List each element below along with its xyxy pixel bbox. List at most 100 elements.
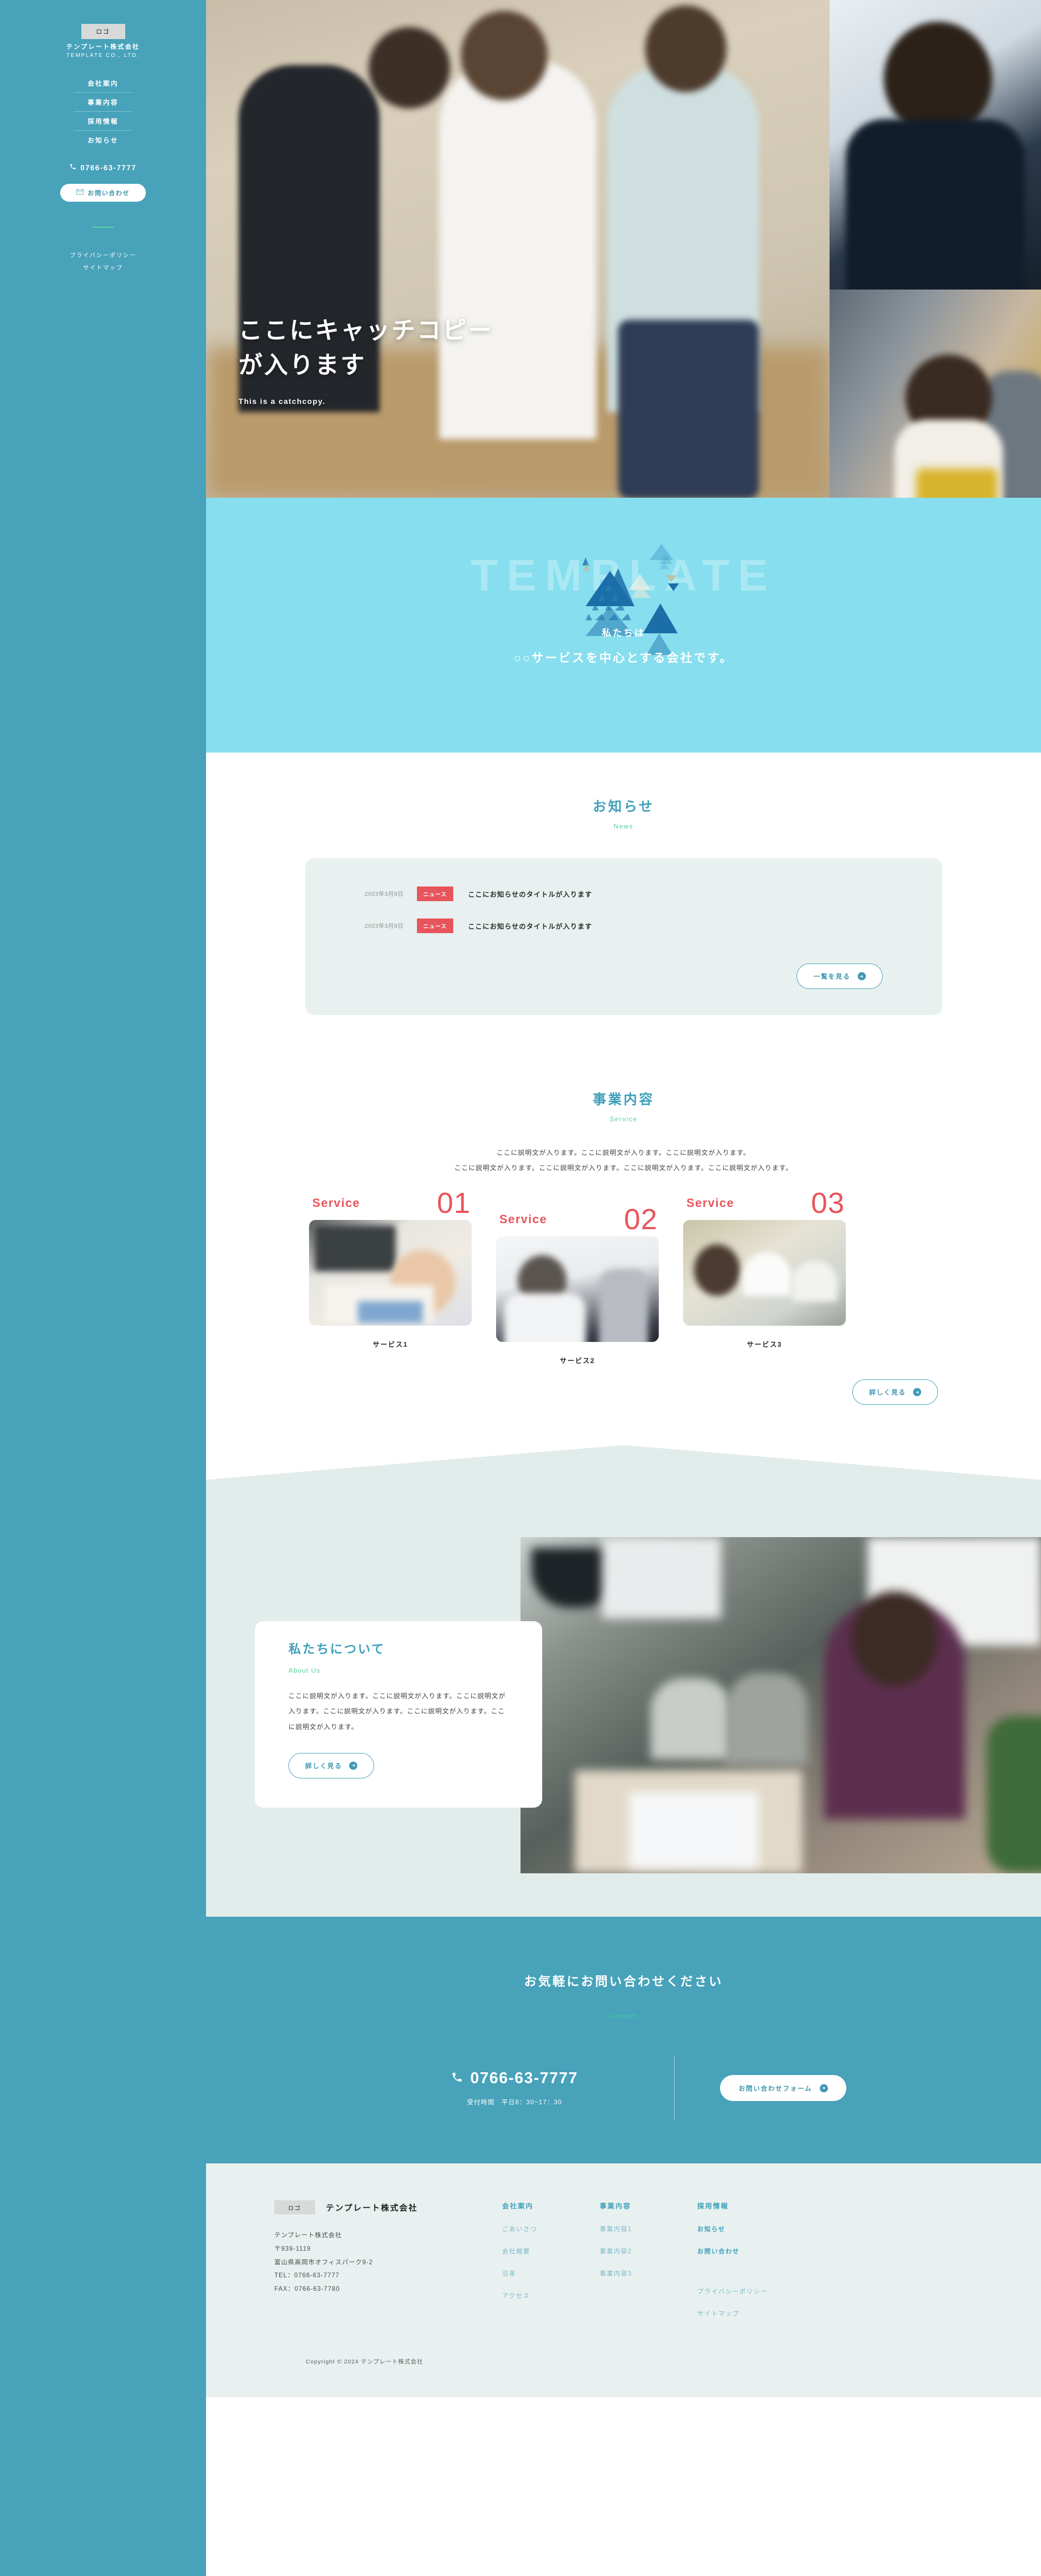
intro-band-line2: ○○サービスを中心とする会社です。: [513, 651, 734, 665]
sidebar-link-sitemap[interactable]: サイトマップ: [83, 262, 123, 274]
contact-telephone[interactable]: 0766-63-7777: [401, 2070, 628, 2087]
footer-link-sitemap[interactable]: サイトマップ: [697, 2309, 833, 2318]
sidebar-item-company[interactable]: 会社案内: [74, 74, 132, 93]
service-cards: Service 01 サービス1 Service 02 サービス2 Servic…: [309, 1189, 938, 1365]
footer-link[interactable]: 沿革: [502, 2269, 600, 2278]
news-title-en: News: [613, 823, 634, 830]
news-more-button[interactable]: 一覧を見る: [796, 963, 883, 989]
footer-link[interactable]: お知らせ: [697, 2225, 833, 2233]
about-body: ここに説明文が入ります。ここに説明文が入ります。ここに説明文が入ります。ここに説…: [288, 1692, 506, 1731]
about-more-button[interactable]: 詳しく見る: [288, 1752, 375, 1778]
footer-company-info: ロゴ テンプレート株式会社 テンプレート株式会社 〒939-1119 富山県高岡…: [274, 2200, 502, 2331]
about-more-button-label: 詳しく見る: [305, 1762, 343, 1770]
main-content: ここにキャッチコピー が入ります This is a catchcopy. TE…: [206, 0, 1041, 2398]
about-section: 私たちについて About Us ここに説明文が入ります。ここに説明文が入ります…: [206, 1445, 1041, 1917]
service-card[interactable]: Service 02 サービス2: [496, 1205, 659, 1365]
contact-title: お気軽にお問い合わせください: [524, 1974, 723, 1989]
phone-icon: [451, 2070, 463, 2087]
news-item[interactable]: 2023年3月8日 ニュース ここにお知らせのタイトルが入ります: [365, 886, 883, 901]
sidebar-company-name-jp: テンプレート株式会社: [66, 44, 140, 50]
service-section: 事業内容 Service ここに説明文が入ります。ここに説明文が入ります。ここに…: [206, 1053, 1041, 1405]
phone-icon: [69, 163, 76, 172]
service-card[interactable]: Service 01 サービス1: [309, 1189, 472, 1349]
footer-link[interactable]: お問い合わせ: [697, 2247, 833, 2256]
arrow-right-icon: [913, 1388, 921, 1397]
sidebar-item-news[interactable]: お知らせ: [74, 131, 132, 149]
about-title: 私たちについて: [288, 1642, 385, 1656]
sidebar-company-name-en: TEMPLATE CO., LTD.: [66, 53, 140, 59]
footer-link[interactable]: アクセス: [502, 2291, 600, 2300]
news-list: 2023年3月8日 ニュース ここにお知らせのタイトルが入ります 2023年3月…: [305, 858, 942, 1015]
service-card-name: サービス1: [372, 1341, 408, 1349]
service-card-number: 03: [811, 1187, 845, 1220]
contact-form-button-label: お問い合わせフォーム: [738, 2084, 812, 2092]
news-heading: お知らせ News: [206, 796, 1041, 830]
service-lead-line1: ここに説明文が入ります。ここに説明文が入ります。ここに説明文が入ります。: [496, 1149, 750, 1157]
footer-link[interactable]: 事業内容2: [600, 2247, 697, 2256]
footer-link-privacy[interactable]: プライバシーポリシー: [697, 2287, 833, 2296]
footer-company-name: テンプレート株式会社: [326, 2203, 418, 2213]
hero-title-line2: が入ります: [239, 352, 366, 379]
sidebar-item-service[interactable]: 事業内容: [74, 93, 132, 112]
footer: ロゴ テンプレート株式会社 テンプレート株式会社 〒939-1119 富山県高岡…: [206, 2163, 1041, 2398]
hero-photo-bottom: [830, 290, 1041, 498]
sidebar: ロゴ テンプレート株式会社 TEMPLATE CO., LTD. 会社案内 事業…: [0, 0, 206, 2576]
contact-telephone-number: 0766-63-7777: [470, 2070, 578, 2087]
sidebar-logo[interactable]: ロゴ: [81, 24, 125, 39]
footer-logo[interactable]: ロゴ: [274, 2200, 315, 2215]
contact-form-button[interactable]: お問い合わせフォーム: [720, 2075, 846, 2102]
about-card: 私たちについて About Us ここに説明文が入ります。ここに説明文が入ります…: [255, 1621, 542, 1808]
service-title-en: Service: [609, 1115, 638, 1123]
contact-title-en: Contact: [609, 2012, 638, 2020]
service-card-number: 02: [624, 1203, 658, 1236]
sidebar-contact-button[interactable]: お問い合わせ: [60, 184, 146, 202]
footer-column-recruit: 採用情報 お知らせ お問い合わせ プライバシーポリシー サイトマップ: [697, 2200, 833, 2331]
news-item-title[interactable]: ここにお知らせのタイトルが入ります: [468, 889, 592, 899]
service-card-label: Service: [312, 1196, 361, 1210]
sidebar-contact-button-label: お問い合わせ: [87, 190, 130, 197]
footer-link[interactable]: 事業内容3: [600, 2269, 697, 2278]
news-item-badge: ニュース: [416, 886, 453, 901]
hero-title-line1: ここにキャッチコピー: [239, 317, 493, 344]
footer-column-service: 事業内容 事業内容1 事業内容2 事業内容3: [600, 2200, 697, 2331]
sidebar-link-privacy[interactable]: プライバシーポリシー: [70, 249, 137, 262]
footer-link[interactable]: 会社概要: [502, 2247, 600, 2256]
arrow-right-icon: [819, 2084, 828, 2092]
sidebar-item-recruit[interactable]: 採用情報: [74, 112, 132, 131]
footer-link[interactable]: ごあいさつ: [502, 2225, 600, 2233]
sidebar-divider: [92, 227, 114, 228]
news-section: お知らせ News 2023年3月8日 ニュース ここにお知らせのタイトルが入り…: [206, 753, 1041, 1053]
footer-column-heading[interactable]: 採用情報: [697, 2200, 833, 2211]
intro-band-line1: 私たちは: [602, 627, 645, 638]
footer-column-heading[interactable]: 会社案内: [502, 2200, 600, 2211]
service-more-button-label: 詳しく見る: [869, 1389, 906, 1397]
service-card-name: サービス3: [747, 1341, 782, 1349]
service-card-image: [309, 1220, 472, 1326]
hero-section: ここにキャッチコピー が入ります This is a catchcopy.: [206, 0, 1041, 498]
hero-main-photo: [206, 0, 830, 498]
mail-icon: [76, 189, 83, 196]
sidebar-telephone[interactable]: 0766-63-7777: [69, 163, 136, 172]
footer-address: テンプレート株式会社 〒939-1119 富山県高岡市オフィスパーク9-2 TE…: [274, 2232, 373, 2293]
about-photo: [520, 1537, 1041, 1874]
service-more-button[interactable]: 詳しく見る: [852, 1379, 938, 1405]
service-card-label: Service: [686, 1196, 735, 1210]
arrow-right-icon: [857, 972, 866, 980]
service-lead-line2: ここに説明文が入ります。ここに説明文が入ります。ここに説明文が入ります。ここに説…: [454, 1164, 793, 1172]
service-card-number: 01: [436, 1187, 471, 1220]
news-more-button-label: 一覧を見る: [813, 973, 851, 980]
service-lead: ここに説明文が入ります。ここに説明文が入ります。ここに説明文が入ります。 ここに…: [206, 1146, 1041, 1175]
news-item[interactable]: 2023年3月8日 ニュース ここにお知らせのタイトルが入ります: [365, 918, 883, 933]
service-card-image: [496, 1236, 659, 1342]
sidebar-telephone-number: 0766-63-7777: [80, 163, 137, 172]
news-item-title[interactable]: ここにお知らせのタイトルが入ります: [468, 921, 592, 931]
sidebar-nav: 会社案内 事業内容 採用情報 お知らせ: [74, 74, 132, 149]
hero-subtitle: This is a catchcopy.: [239, 397, 326, 406]
news-item-badge: ニュース: [416, 918, 453, 933]
footer-column-heading[interactable]: 事業内容: [600, 2200, 697, 2211]
news-item-date: 2023年3月8日: [364, 891, 404, 897]
footer-link[interactable]: 事業内容1: [600, 2225, 697, 2233]
footer-column-company: 会社案内 ごあいさつ 会社概要 沿革 アクセス: [502, 2200, 600, 2331]
service-card[interactable]: Service 03 サービス3: [683, 1189, 846, 1349]
hero-side-photos: [830, 0, 1041, 498]
